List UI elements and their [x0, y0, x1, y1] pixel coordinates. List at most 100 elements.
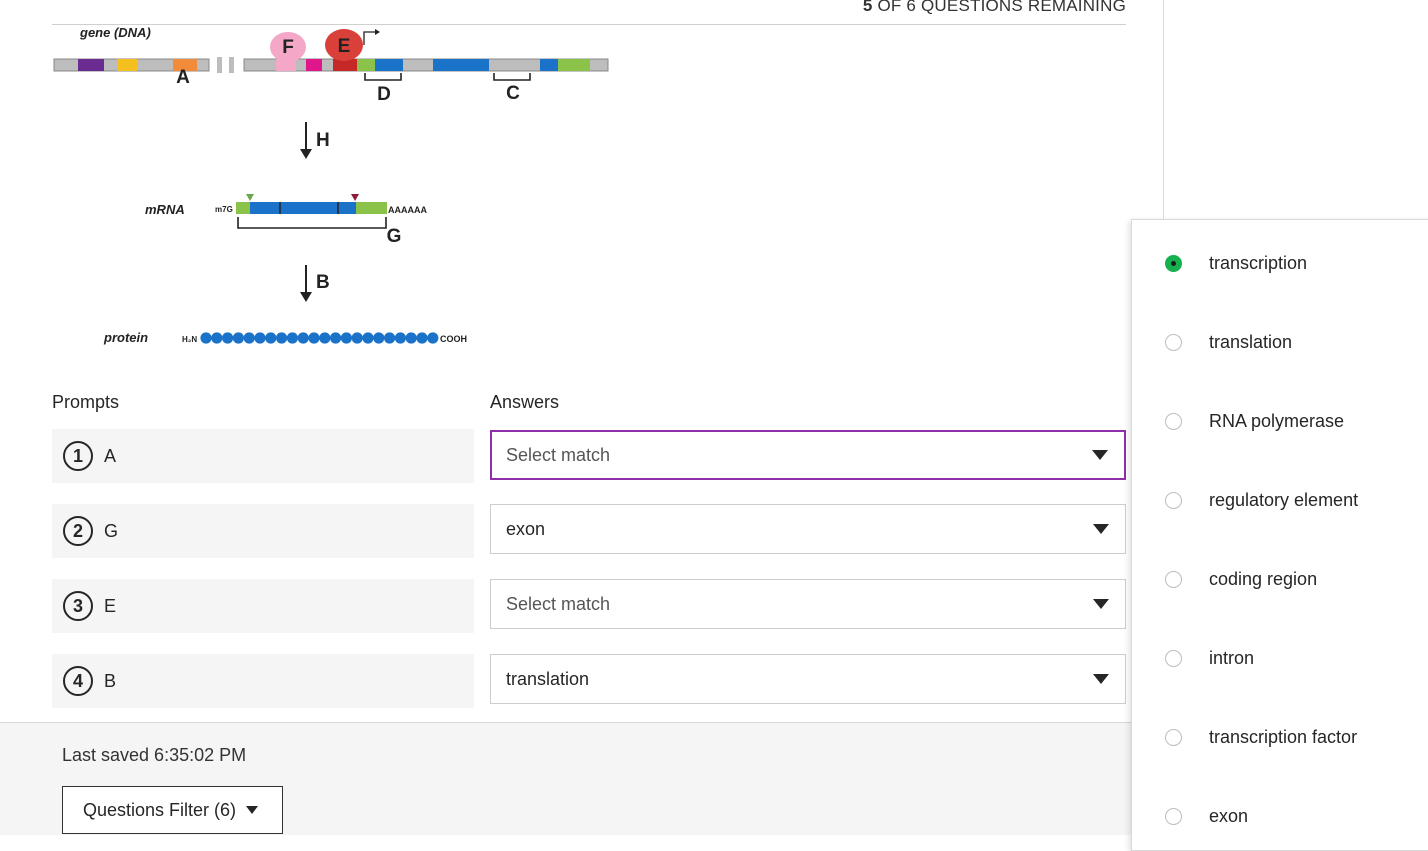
prompt-text: E — [104, 595, 117, 616]
prompt-text: B — [104, 670, 117, 691]
answer-select-2[interactable]: exon — [490, 504, 1126, 554]
option-intron[interactable]: intron — [1132, 638, 1428, 678]
answers-header: Answers — [490, 392, 560, 412]
answer-select-4[interactable]: translation — [490, 654, 1126, 704]
letter-h: H — [316, 130, 330, 151]
amino-acid-bead — [427, 332, 439, 344]
remaining-count: 5 — [862, 0, 873, 15]
remaining-text: OF 6 QUESTIONS REMAINING — [877, 0, 1126, 15]
amino-acid-bead — [254, 332, 266, 344]
prompt-number-badge: 4 — [63, 666, 93, 696]
amino-acid-bead — [243, 332, 255, 344]
answer-value: translation — [506, 668, 590, 689]
amino-acid-bead — [286, 332, 298, 344]
dna-exon-2 — [433, 59, 489, 71]
prompt-number-badge: 1 — [63, 441, 93, 471]
dna-block-magenta — [306, 59, 322, 71]
caret-down-icon — [246, 806, 259, 814]
radio-icon[interactable] — [1165, 491, 1182, 509]
amino-acid-bead — [265, 332, 277, 344]
answer-value: Select match — [506, 444, 611, 465]
amino-acid-bead — [308, 332, 320, 344]
dna-break-2 — [229, 57, 234, 73]
mrna-utr-5 — [236, 202, 250, 214]
mrna-coding — [250, 202, 356, 214]
radio-icon[interactable] — [1165, 412, 1182, 430]
option-exon[interactable]: exon — [1132, 796, 1428, 836]
option-label: regulatory element — [1209, 489, 1359, 510]
option-regulatory-element[interactable]: regulatory element — [1132, 480, 1428, 520]
prompt-row-1: 1 A — [52, 429, 474, 483]
option-rna-polymerase[interactable]: RNA polymerase — [1132, 401, 1428, 441]
protein-n-terminus: H₂N — [182, 335, 197, 344]
radio-icon[interactable] — [1165, 807, 1182, 825]
amino-acid-bead — [394, 332, 406, 344]
option-label: RNA polymerase — [1209, 410, 1345, 431]
option-translation[interactable]: translation — [1132, 322, 1428, 362]
bracket-g — [237, 217, 387, 229]
dna-block-green-right — [558, 59, 590, 71]
prompt-number-badge: 3 — [63, 591, 93, 621]
amino-acid-bead — [211, 332, 223, 344]
amino-acid-bead — [297, 332, 309, 344]
mrna-utr-3 — [356, 202, 387, 214]
answer-value: exon — [506, 518, 546, 539]
dna-exon-3 — [540, 59, 558, 71]
option-transcription-factor[interactable]: transcription factor — [1132, 717, 1428, 757]
amino-acid-bead — [384, 332, 396, 344]
amino-acid-bead — [232, 332, 244, 344]
option-label: coding region — [1209, 568, 1318, 589]
prompt-text: G — [104, 520, 119, 541]
mrna-label: mRNA — [145, 202, 185, 217]
radio-icon[interactable] — [1165, 649, 1182, 667]
letter-a: A — [176, 67, 190, 88]
answer-options-listbox: transcription translation RNA polymerase… — [1131, 219, 1428, 851]
amino-acid-bead — [222, 332, 234, 344]
prompt-row-2: 2 G — [52, 504, 474, 558]
option-coding-region[interactable]: coding region — [1132, 559, 1428, 599]
radio-icon[interactable] — [1165, 333, 1182, 351]
option-transcription[interactable]: transcription — [1132, 243, 1428, 283]
letter-b: B — [316, 272, 330, 293]
prompt-row-3: 3 E — [52, 579, 474, 633]
filter-button-label: Questions Filter (6) — [83, 799, 237, 820]
answer-value: Select match — [506, 593, 611, 614]
prompt-number-badge: 2 — [63, 516, 93, 546]
dna-exon-1 — [375, 59, 403, 71]
poly-a-tail: AAAAAA — [388, 205, 427, 215]
caret-down-icon — [1093, 599, 1109, 609]
right-panel-divider — [1163, 0, 1164, 220]
letter-e: E — [338, 36, 351, 57]
option-label: transcription factor — [1209, 726, 1358, 747]
radio-icon[interactable] — [1165, 570, 1182, 588]
amino-acid-bead — [340, 332, 352, 344]
option-label: intron — [1209, 647, 1255, 668]
letter-d: D — [377, 84, 391, 105]
amino-acid-bead — [416, 332, 428, 344]
amino-acid-bead — [319, 332, 331, 344]
start-codon-marker — [246, 194, 254, 201]
option-label: exon — [1209, 805, 1249, 826]
questions-filter-button[interactable]: Questions Filter (6) — [62, 786, 283, 834]
arrow-b-head — [300, 292, 312, 302]
questions-remaining: 5 OF 6 QUESTIONS REMAINING — [863, 0, 1126, 16]
answer-select-3[interactable]: Select match — [490, 579, 1126, 629]
amino-acid-chain — [200, 332, 439, 344]
gene-expression-diagram: gene (DNA) F E A D C H mRNA m7G AAAAAA G… — [40, 20, 640, 360]
promoter-arrowhead — [375, 29, 380, 35]
amino-acid-bead — [405, 332, 417, 344]
option-label: translation — [1209, 331, 1293, 352]
amino-acid-bead — [351, 332, 363, 344]
mrna-cap: m7G — [215, 205, 233, 214]
option-label: transcription — [1209, 252, 1308, 273]
answer-select-1[interactable]: Select match — [490, 430, 1126, 480]
radio-icon[interactable] — [1165, 728, 1182, 746]
radio-selected-icon[interactable] — [1165, 254, 1182, 272]
stop-codon-marker — [351, 194, 359, 201]
dna-block-yellow — [117, 59, 137, 71]
letter-c: C — [506, 83, 520, 104]
letter-f: F — [282, 37, 294, 58]
caret-down-icon — [1093, 674, 1109, 684]
amino-acid-bead — [330, 332, 342, 344]
amino-acid-bead — [276, 332, 288, 344]
